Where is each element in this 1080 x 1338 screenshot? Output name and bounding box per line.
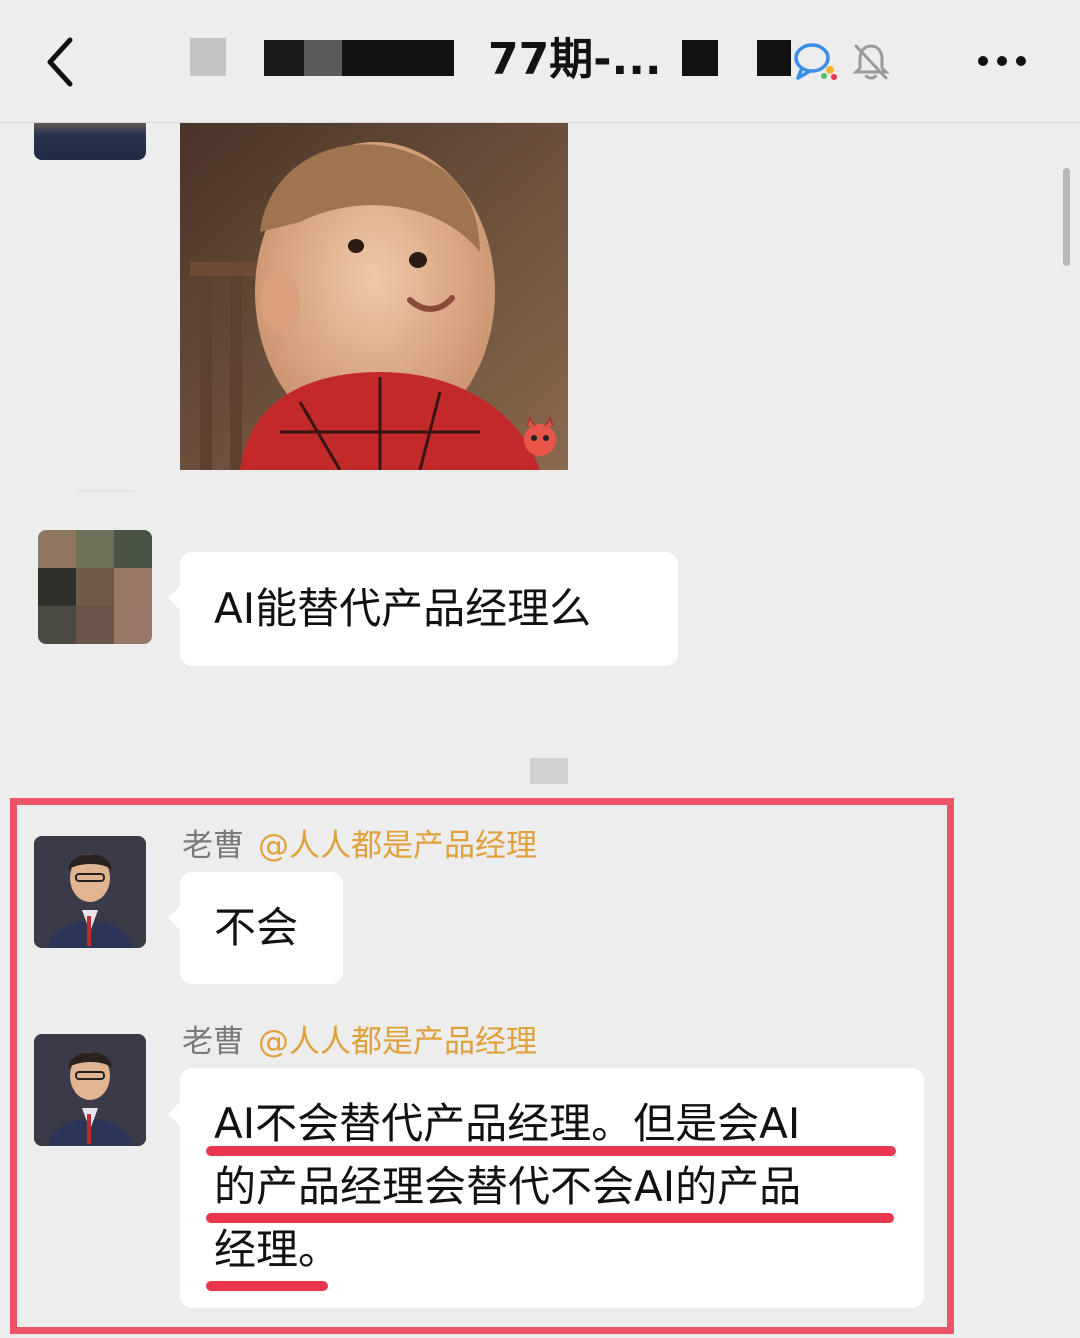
redacted-title-block: [190, 38, 226, 76]
meme-image[interactable]: [180, 122, 568, 470]
redacted-title-block: [757, 40, 791, 76]
redacted-title-block: [342, 40, 454, 76]
redacted-timestamp: [530, 758, 568, 784]
sender-line: 老曹 @人人都是产品经理: [182, 1022, 537, 1062]
sender-line: 老曹 @人人都是产品经理: [182, 826, 537, 866]
message-text: AI能替代产品经理么: [214, 584, 592, 633]
sender-mention[interactable]: @人人都是产品经理: [258, 1024, 537, 1060]
message-line: 经理。: [214, 1225, 341, 1274]
message-text: 不会: [214, 903, 299, 952]
avatar-laocao[interactable]: [34, 836, 146, 948]
more-options-button[interactable]: [972, 44, 1032, 78]
message-bubble[interactable]: 不会: [168, 872, 343, 984]
chat-header: 77期-...: [0, 0, 1080, 123]
avatar-laocao[interactable]: [34, 1034, 146, 1146]
underline-mark: [206, 1146, 896, 1156]
sender-mention[interactable]: @人人都是产品经理: [258, 828, 537, 864]
message-line: AI不会替代产品经理。但是会AI: [214, 1099, 801, 1148]
underline-mark: [206, 1213, 894, 1223]
redacted-title-block: [682, 40, 718, 76]
back-chevron-icon[interactable]: [40, 34, 84, 90]
bell-muted-icon: [852, 44, 890, 80]
sender-name[interactable]: 老曹: [182, 828, 244, 864]
chat-title: 77期-...: [488, 34, 662, 85]
message-bubble[interactable]: AI不会替代产品经理。但是会AI 的产品经理会替代不会AI的产品 经理。: [168, 1068, 924, 1308]
message-line: 的产品经理会替代不会AI的产品: [214, 1162, 802, 1211]
chat-bubble-icon: [794, 43, 837, 80]
redacted-title-block: [264, 40, 304, 76]
divider: [78, 490, 134, 492]
scrollbar[interactable]: [1063, 168, 1070, 266]
underline-mark: [206, 1281, 328, 1291]
message-bubble[interactable]: AI能替代产品经理么: [168, 552, 678, 666]
redacted-title-block: [304, 40, 342, 76]
sender-name[interactable]: 老曹: [182, 1024, 244, 1060]
avatar-pixelated[interactable]: [38, 530, 152, 644]
